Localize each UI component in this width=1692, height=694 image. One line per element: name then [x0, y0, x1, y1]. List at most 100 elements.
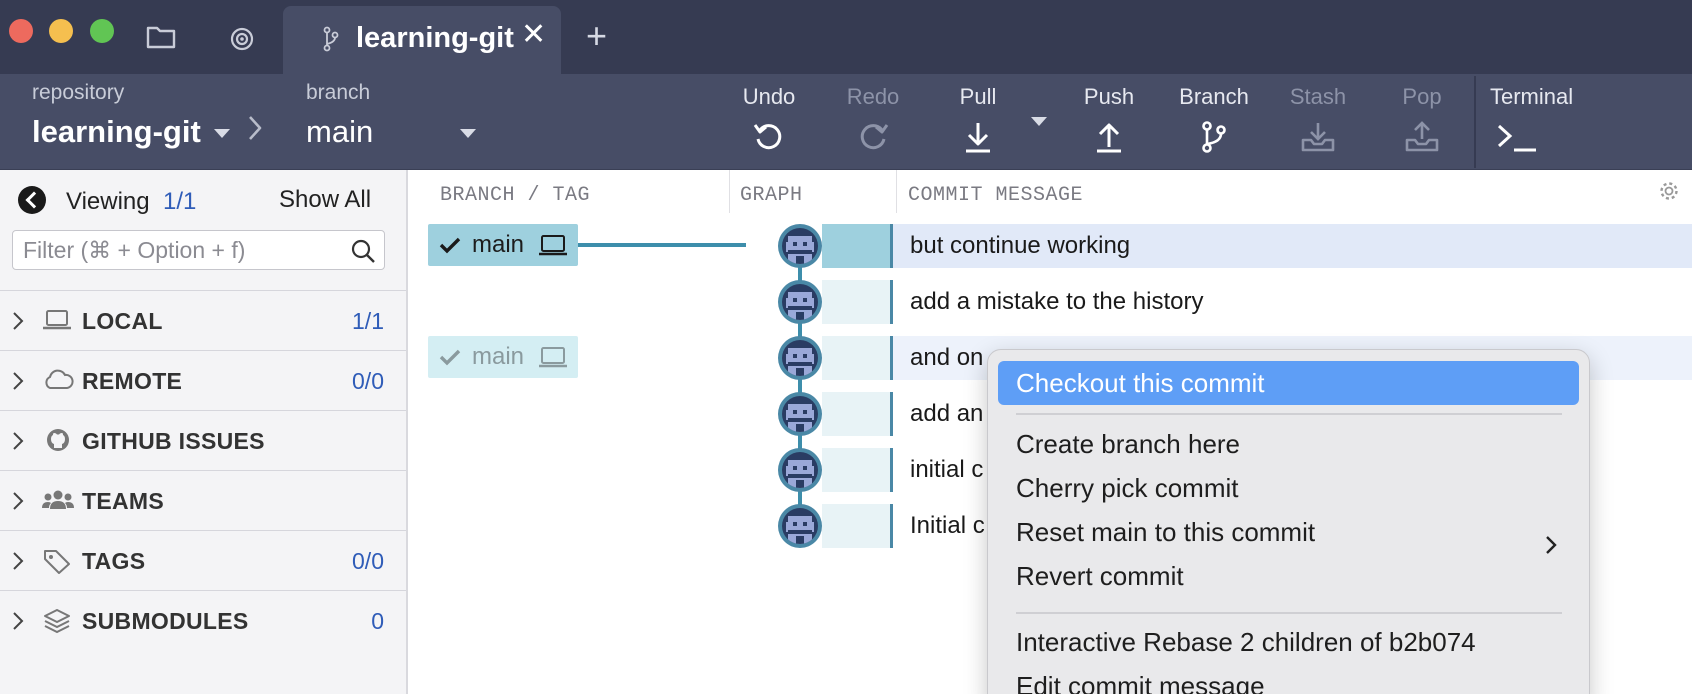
sidebar-section-count: 1/1 [352, 308, 384, 334]
sidebar-section-count: 0 [371, 608, 384, 634]
menu-item-edit-commit-message[interactable]: Edit commit message [998, 664, 1579, 694]
pop-icon [1404, 120, 1440, 159]
pull-button[interactable]: Pull [943, 84, 1013, 164]
sidebar-section-submodules[interactable]: SUBMODULES 0 [0, 590, 406, 650]
add-tab-icon[interactable]: + [586, 18, 607, 54]
radar-icon[interactable] [229, 26, 255, 57]
repository-label: repository [32, 81, 125, 104]
title-bar: learning-git ✕ + [0, 0, 1692, 74]
repository-dropdown-icon[interactable] [214, 129, 230, 138]
sidebar-section-label: TEAMS [82, 488, 164, 514]
chevron-right-icon [12, 431, 24, 456]
redo-button[interactable]: Redo [838, 84, 908, 164]
viewing-label: Viewing [66, 188, 150, 215]
chevron-right-icon [12, 551, 24, 576]
graph-row-strip [822, 224, 892, 268]
pop-button[interactable]: Pop [1387, 84, 1457, 164]
sidebar-section-count: 0/0 [352, 368, 384, 394]
commit-node-avatar[interactable] [778, 504, 822, 548]
team-icon [42, 487, 74, 518]
column-header-graph[interactable]: GRAPH [740, 184, 803, 207]
push-icon [1094, 120, 1124, 159]
commit-message[interactable]: initial c [910, 456, 983, 484]
commit-node-avatar[interactable] [778, 280, 822, 324]
sidebar-section-teams[interactable]: TEAMS [0, 470, 406, 530]
show-all-button[interactable]: Show All [279, 186, 371, 214]
commit-node-avatar[interactable] [778, 336, 822, 380]
commit-message[interactable]: but continue working [910, 232, 1130, 260]
toolbar-divider [1474, 76, 1476, 168]
sidebar-section-tags[interactable]: TAGS 0/0 [0, 530, 406, 590]
column-header-branch-tag[interactable]: BRANCH / TAG [440, 184, 590, 207]
zoom-window-button[interactable] [90, 19, 114, 43]
filter-input[interactable] [12, 230, 385, 270]
viewing-count: 1/1 [163, 188, 197, 215]
terminal-button[interactable]: Terminal [1490, 84, 1586, 164]
sidebar-section-label: SUBMODULES [82, 608, 249, 634]
tab-title: learning-git [356, 22, 514, 54]
branch-selector[interactable]: main [306, 114, 373, 150]
commit-message[interactable]: Initial c [910, 512, 985, 540]
graph-row-strip [822, 336, 892, 380]
commit-context-menu: Checkout this commit Create branch here … [987, 349, 1590, 694]
pull-options-dropdown-icon[interactable] [1031, 117, 1047, 126]
commit-row-marker [890, 392, 893, 436]
sidebar-section-count: 0/0 [352, 548, 384, 574]
sidebar-section-local[interactable]: LOCAL 1/1 [0, 290, 406, 350]
branch-dropdown-icon[interactable] [460, 129, 476, 138]
repository-selector[interactable]: learning-git [32, 114, 201, 150]
column-header-commit-message[interactable]: COMMIT MESSAGE [908, 184, 1083, 207]
branch-button[interactable]: Branch [1172, 84, 1256, 164]
commit-message[interactable]: add a mistake to the history [910, 288, 1203, 316]
terminal-label: Terminal [1490, 84, 1574, 109]
sidebar-section-github-issues[interactable]: GITHUB ISSUES [0, 410, 406, 470]
graph-row-strip [822, 504, 892, 548]
close-tab-icon[interactable]: ✕ [521, 20, 546, 50]
push-button[interactable]: Push [1074, 84, 1144, 164]
column-divider[interactable] [896, 170, 897, 213]
commit-row-marker [890, 448, 893, 492]
ref-connector-line [578, 243, 746, 247]
folder-icon[interactable] [146, 24, 176, 55]
menu-item-reset-branch[interactable]: Reset main to this commit [998, 510, 1579, 554]
commit-row-marker [890, 224, 893, 268]
back-icon[interactable] [18, 186, 46, 214]
minimize-window-button[interactable] [49, 19, 73, 43]
commit-node-avatar[interactable] [778, 392, 822, 436]
sidebar-section-remote[interactable]: REMOTE 0/0 [0, 350, 406, 410]
chevron-right-icon [12, 311, 24, 336]
repo-tab[interactable]: learning-git ✕ [283, 6, 561, 74]
undo-label: Undo [742, 84, 796, 109]
commit-row-marker [890, 504, 893, 548]
commit-message[interactable]: and on [910, 344, 983, 372]
menu-item-create-branch[interactable]: Create branch here [998, 422, 1579, 466]
commit-message[interactable]: add an [910, 400, 983, 428]
chevron-right-icon [247, 114, 263, 147]
commit-node-avatar[interactable] [778, 448, 822, 492]
menu-item-checkout-commit[interactable]: Checkout this commit [998, 361, 1579, 405]
column-divider[interactable] [729, 170, 730, 213]
branch-button-label: Branch [1179, 84, 1249, 109]
stash-icon [1300, 120, 1336, 159]
stash-button[interactable]: Stash [1282, 84, 1354, 164]
check-icon [438, 233, 462, 262]
menu-item-cherry-pick[interactable]: Cherry pick commit [998, 466, 1579, 510]
cloud-icon [42, 367, 74, 398]
close-window-button[interactable] [9, 19, 33, 43]
commit-node-avatar[interactable] [778, 224, 822, 268]
menu-item-revert-commit[interactable]: Revert commit [998, 554, 1579, 598]
branch-ref-label: main [472, 231, 525, 258]
commit-row-marker [890, 336, 893, 380]
laptop-icon [42, 307, 72, 338]
branch-ref-main-faded[interactable]: main [428, 336, 578, 378]
branch-label: branch [306, 81, 371, 104]
undo-button[interactable]: Undo [734, 84, 804, 164]
gear-icon[interactable] [1658, 180, 1680, 207]
menu-item-interactive-rebase[interactable]: Interactive Rebase 2 children of b2b074 [998, 620, 1579, 664]
viewing-row: Viewing 1/1 Show All [0, 170, 406, 220]
chevron-right-icon [12, 491, 24, 516]
terminal-icon [1496, 120, 1540, 159]
branch-ref-main[interactable]: main [428, 224, 578, 266]
branch-icon [323, 26, 339, 57]
undo-icon [752, 120, 786, 159]
